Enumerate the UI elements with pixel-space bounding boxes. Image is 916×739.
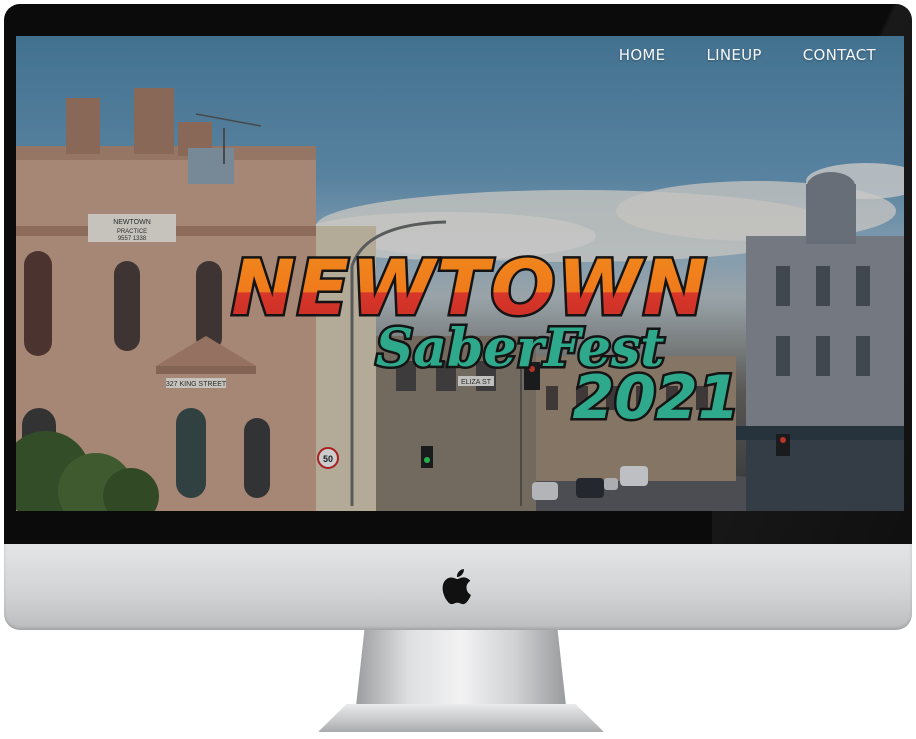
monitor-stand-base [318, 704, 604, 732]
logo-year: 2021 [573, 363, 740, 433]
sign-medical-phone: 9557 1338 [118, 236, 147, 242]
sign-medical-line3: PRACTICE [117, 229, 147, 235]
nav-home-link[interactable]: HOME [619, 46, 666, 64]
nav-lineup-link[interactable]: LINEUP [706, 46, 761, 64]
apple-logo-icon [442, 569, 471, 605]
speed-sign: 50 [323, 454, 333, 464]
website-screen: NEWTOWN PRACTICE 9557 1338 327 KING STRE… [16, 36, 904, 511]
festival-logo: NEWTOWN SaberFest 2021 [229, 241, 742, 436]
monitor-stand-neck [356, 630, 566, 706]
sign-medical-line1: NEWTOWN [113, 219, 151, 226]
main-nav: HOME LINEUP CONTACT [619, 46, 876, 64]
nav-contact-link[interactable]: CONTACT [803, 46, 876, 64]
